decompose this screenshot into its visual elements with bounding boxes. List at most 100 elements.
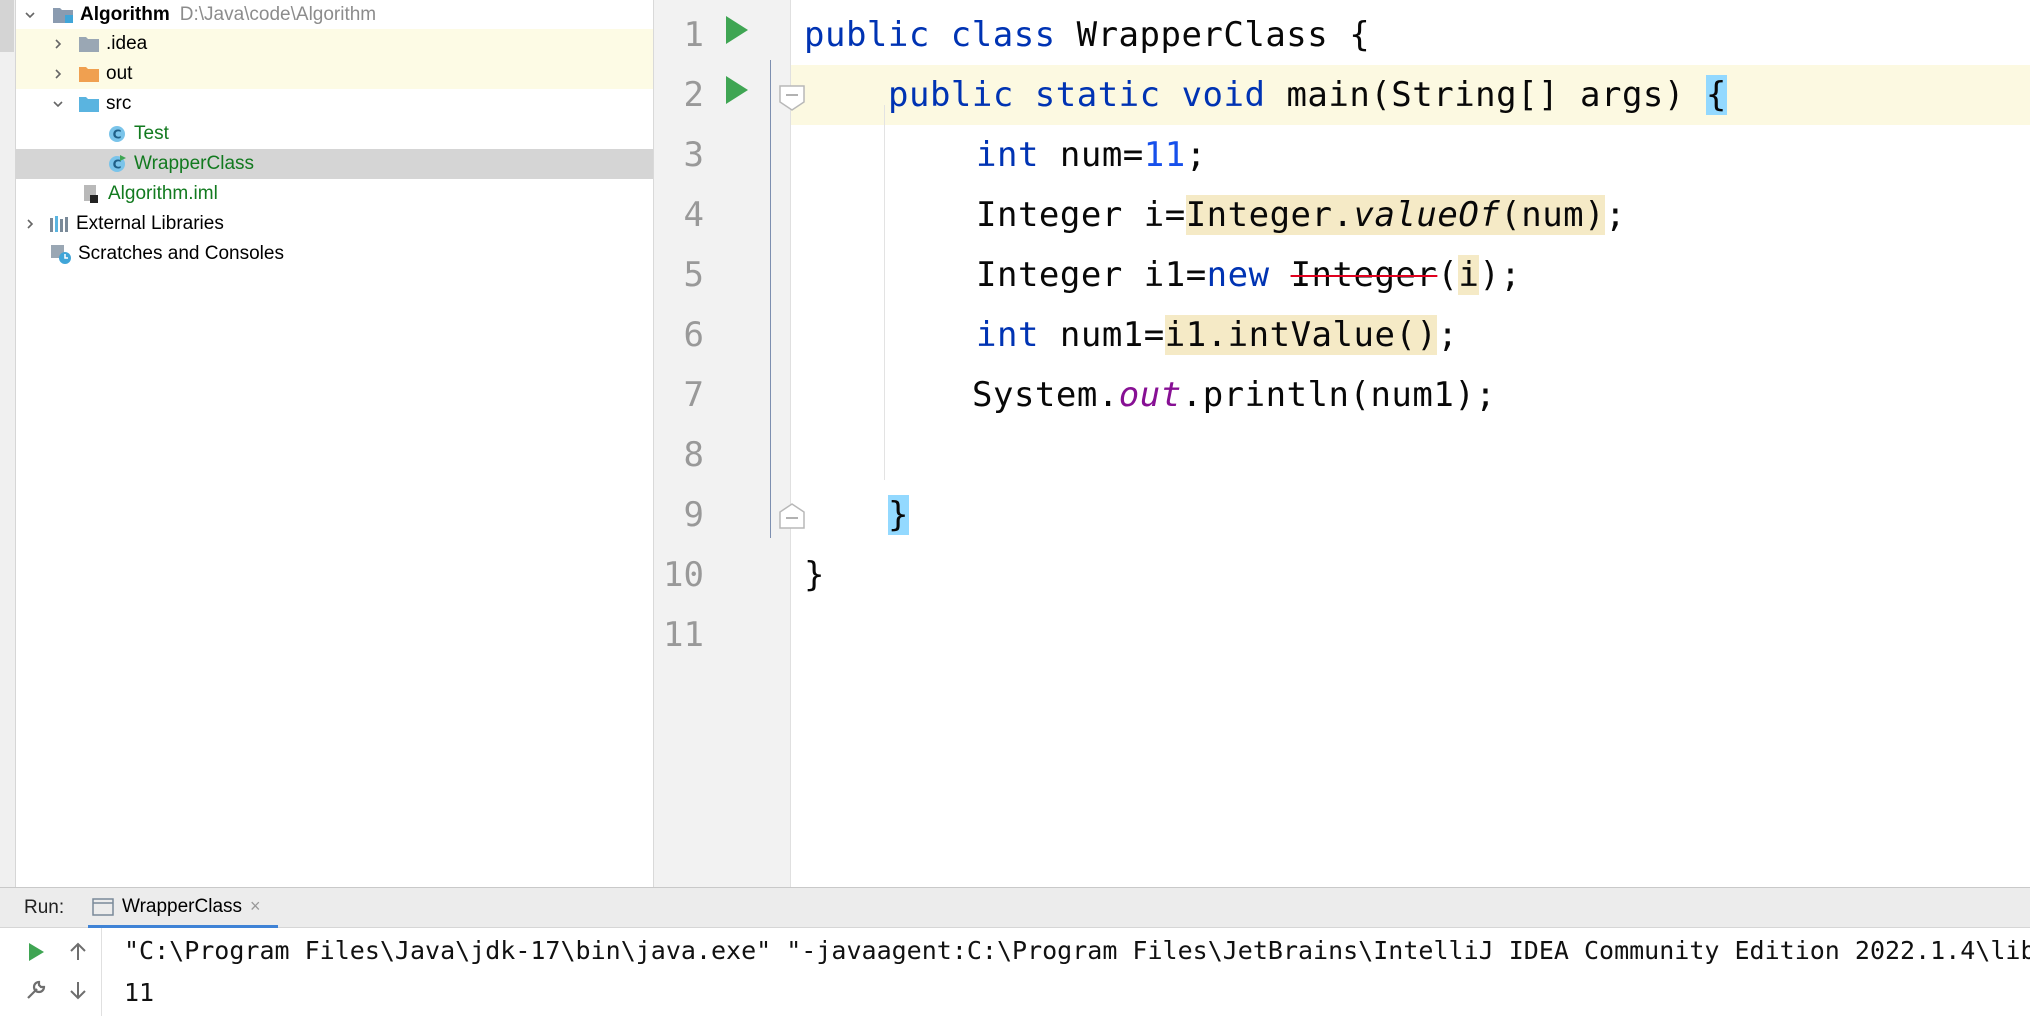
code-text: } <box>804 555 825 595</box>
line-number: 9 <box>683 495 704 535</box>
line-number: 6 <box>683 315 704 355</box>
deprecated-constructor[interactable]: Integer <box>1291 255 1438 295</box>
chevron-right-icon[interactable] <box>50 66 66 82</box>
code-text: System. <box>972 375 1119 415</box>
inspection-highlight[interactable]: Integer.valueOf(num) <box>1185 195 1606 235</box>
chevron-right-icon[interactable] <box>22 216 38 232</box>
code-text: ( <box>1437 255 1459 295</box>
wrench-icon <box>27 980 46 999</box>
tree-root-path: D:\Java\code\Algorithm <box>179 4 377 25</box>
line-number: 7 <box>683 375 704 415</box>
inspection-highlight[interactable]: i1.intValue() <box>1164 315 1438 355</box>
scroll-up-button[interactable] <box>64 938 92 966</box>
excluded-folder-icon <box>78 64 100 84</box>
source-folder-icon <box>78 94 100 114</box>
code-editor[interactable]: 1 2 3 4 5 6 7 8 9 10 11 public class Wra… <box>654 0 2030 887</box>
code-text: Integer i= <box>976 195 1186 235</box>
tree-item-label: Algorithm.iml <box>108 183 218 204</box>
fold-marker-icon[interactable] <box>778 502 806 530</box>
code-text: .println(num1); <box>1181 375 1497 415</box>
tree-item-label: Scratches and Consoles <box>78 243 284 264</box>
run-config-icon <box>92 897 114 916</box>
tree-item-label: External Libraries <box>76 213 224 234</box>
arrow-down-icon <box>70 982 86 1000</box>
code-line-4: Integer i=Integer.valueOf(num); <box>976 185 1626 245</box>
tree-item-test[interactable]: C Test <box>16 119 653 149</box>
line-number: 1 <box>683 15 704 55</box>
chevron-right-icon[interactable] <box>50 36 66 52</box>
keyword: public static void <box>888 75 1287 115</box>
keyword: int <box>976 135 1060 175</box>
rerun-button[interactable] <box>22 938 50 966</box>
console-output[interactable]: "C:\Program Files\Java\jdk-17\bin\java.e… <box>124 928 2030 1016</box>
tree-item-root[interactable]: Algorithm D:\Java\code\Algorithm <box>16 0 653 30</box>
run-tool-window: Run: WrapperClass × "C:\Program Files\Ja… <box>0 887 2030 1016</box>
libraries-icon <box>48 214 70 234</box>
code-text: num1= <box>1059 315 1165 355</box>
close-icon[interactable]: × <box>250 896 261 917</box>
indent-guide <box>884 105 885 480</box>
code-line-9: } <box>888 485 909 545</box>
class-name: WrapperClass { <box>1076 15 1371 55</box>
iml-file-icon <box>80 184 102 204</box>
chevron-down-icon[interactable] <box>22 7 38 23</box>
static-method: valueOf <box>1353 195 1501 235</box>
tree-item-label: out <box>106 63 133 84</box>
tree-item-scratches[interactable]: Scratches and Consoles <box>16 239 653 269</box>
console-line: "C:\Program Files\Java\jdk-17\bin\java.e… <box>124 936 2030 965</box>
code-line-1: public class WrapperClass { <box>804 5 1370 65</box>
code-text: Integer. <box>1185 195 1354 235</box>
inspection-highlight[interactable]: i <box>1458 255 1480 295</box>
line-number: 2 <box>683 75 704 115</box>
tree-item-out[interactable]: out <box>16 59 653 89</box>
folder-icon <box>78 34 100 54</box>
tree-item-label: Test <box>134 123 169 144</box>
code-line-7: System.out.println(num1); <box>972 365 1496 425</box>
code-text: ); <box>1479 255 1522 295</box>
matched-brace: } <box>888 495 909 535</box>
run-class-icon[interactable] <box>724 15 750 45</box>
code-line-6: int num1=i1.intValue(); <box>976 305 1458 365</box>
run-main-icon[interactable] <box>724 75 750 105</box>
tree-item-label: WrapperClass <box>134 153 255 174</box>
number-literal: 11 <box>1143 135 1186 175</box>
code-text: ; <box>1605 195 1627 235</box>
svg-text:C: C <box>113 128 122 142</box>
java-runnable-class-icon: C <box>106 154 128 174</box>
arrow-up-icon <box>70 942 86 960</box>
run-tab-label: WrapperClass <box>122 895 243 917</box>
left-tool-strip <box>0 0 16 887</box>
method-signature: main(String[] args) <box>1286 75 1706 115</box>
tree-item-external-libraries[interactable]: External Libraries <box>16 209 653 239</box>
scroll-down-button[interactable] <box>64 976 92 1004</box>
settings-button[interactable] <box>22 976 50 1004</box>
line-number: 11 <box>663 615 704 655</box>
project-tool-tab[interactable] <box>0 0 14 52</box>
tree-item-idea[interactable]: .idea <box>16 29 653 59</box>
run-title: Run: <box>24 897 65 918</box>
method-scope-line <box>770 60 771 538</box>
fold-marker-icon[interactable] <box>778 84 806 112</box>
run-toolbar <box>0 928 102 1016</box>
chevron-down-icon[interactable] <box>50 96 66 112</box>
code-text: (num) <box>1500 195 1606 235</box>
tree-item-wrapperclass[interactable]: C WrapperClass <box>16 149 653 179</box>
line-number: 10 <box>663 555 704 595</box>
code-text: num= <box>1059 135 1144 175</box>
scratches-icon <box>50 244 72 264</box>
line-number: 5 <box>683 255 704 295</box>
code-line-5: Integer i1=new Integer(i); <box>976 245 1521 305</box>
project-tree-panel: Algorithm D:\Java\code\Algorithm .idea o… <box>16 0 654 887</box>
java-class-icon: C <box>106 124 128 144</box>
console-line: 11 <box>124 978 155 1007</box>
run-tab-wrapperclass[interactable]: WrapperClass × <box>88 888 278 928</box>
matched-brace: { <box>1705 75 1727 115</box>
tree-item-src[interactable]: src <box>16 89 653 119</box>
run-header: Run: WrapperClass × <box>0 888 2030 928</box>
code-line-3: int num=11; <box>976 125 1207 185</box>
code-text: ; <box>1437 315 1459 355</box>
tree-item-label: .idea <box>106 33 148 54</box>
tree-item-iml[interactable]: Algorithm.iml <box>16 179 653 209</box>
tree-item-label: src <box>106 93 132 114</box>
keyword: new <box>1206 255 1291 295</box>
